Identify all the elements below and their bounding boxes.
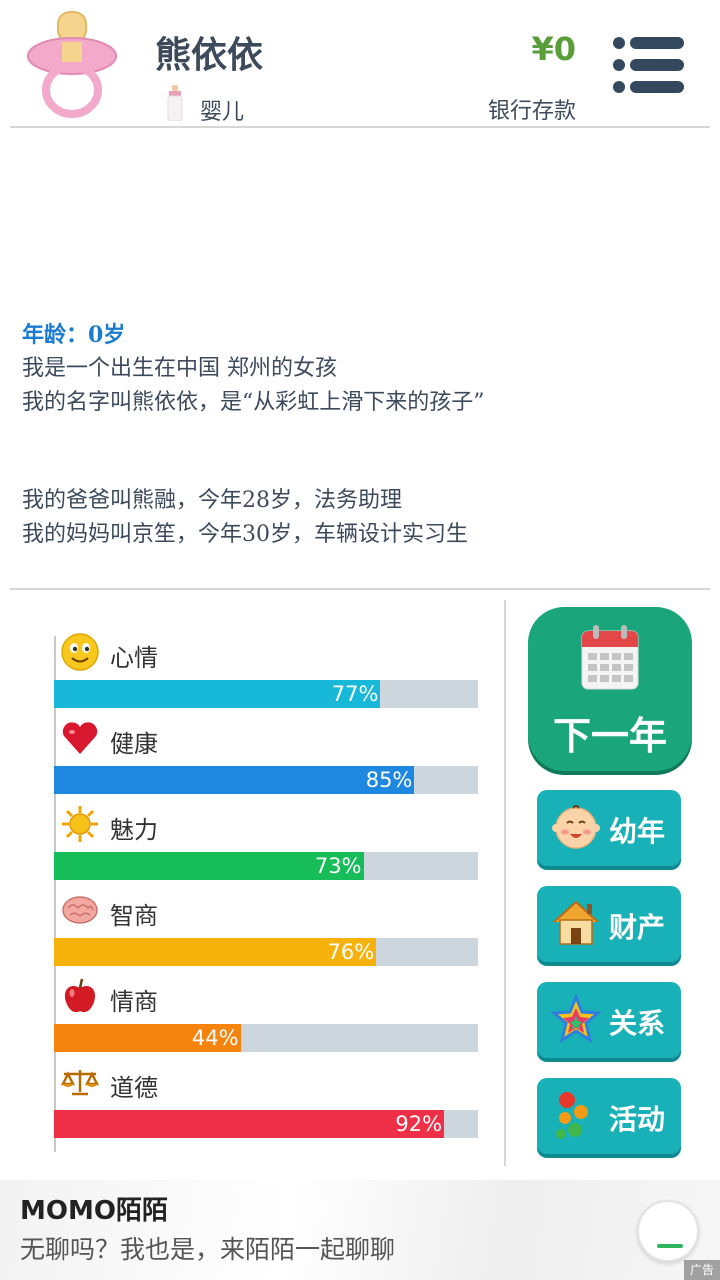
activities-button[interactable]: 活动 bbox=[537, 1078, 681, 1154]
father-line: 我的爸爸叫熊融，今年28岁，法务助理 bbox=[22, 488, 402, 513]
stat-label: 智商 bbox=[110, 902, 158, 930]
stat-bar-track: 76% bbox=[54, 938, 478, 966]
minus-icon bbox=[657, 1244, 683, 1248]
property-label: 财产 bbox=[609, 911, 666, 944]
stat-bar-track: 85% bbox=[54, 766, 478, 794]
stat-eq: 情商 44% bbox=[54, 976, 478, 1062]
smiley-icon bbox=[61, 633, 99, 671]
bank-label: 银行存款 bbox=[487, 99, 576, 124]
stat-charm: 魅力 73% bbox=[54, 804, 478, 890]
sun-icon bbox=[62, 806, 98, 842]
story-line: 我的名字叫熊依依，是“从彩虹上滑下来的孩子” bbox=[22, 390, 485, 415]
stat-label: 情商 bbox=[110, 988, 158, 1016]
childhood-button[interactable]: 幼年 bbox=[537, 790, 681, 866]
childhood-label: 幼年 bbox=[609, 815, 666, 848]
stat-percent: 73% bbox=[314, 854, 362, 878]
baby-bottle-icon bbox=[167, 85, 183, 121]
story-divider bbox=[10, 588, 710, 590]
ad-subtitle: 无聊吗？我也是，来陌陌一起聊聊 bbox=[20, 1235, 396, 1264]
activities-label: 活动 bbox=[609, 1103, 666, 1136]
stat-label: 健康 bbox=[110, 730, 158, 758]
activity-dots-icon bbox=[556, 1092, 588, 1139]
stat-bar-fill: 85% bbox=[54, 766, 415, 794]
property-button[interactable]: 财产 bbox=[537, 886, 681, 962]
stat-label: 心情 bbox=[110, 644, 158, 672]
stat-percent: 92% bbox=[395, 1112, 443, 1136]
menu-icon[interactable] bbox=[612, 36, 684, 94]
mother-line: 我的妈妈叫京笙，今年30岁，车辆设计实习生 bbox=[22, 522, 468, 547]
stat-bar-track: 73% bbox=[54, 852, 478, 880]
ad-banner[interactable]: MOMO陌陌 无聊吗？我也是，来陌陌一起聊聊 广告 bbox=[0, 1180, 720, 1280]
stat-morality: 道德 92% bbox=[54, 1062, 478, 1148]
heart-icon bbox=[62, 722, 98, 754]
stat-label: 魅力 bbox=[110, 816, 158, 844]
stat-mood: 心情 77% bbox=[54, 632, 478, 718]
stat-bar-fill: 92% bbox=[54, 1110, 445, 1138]
stat-percent: 44% bbox=[191, 1026, 239, 1050]
panel-divider bbox=[504, 600, 506, 1166]
life-story: 年龄：0岁 我是一个出生在中国 郑州的女孩 我的名字叫熊依依，是“从彩虹上滑下来… bbox=[22, 318, 702, 552]
ad-title: MOMO陌陌 bbox=[20, 1196, 168, 1226]
stat-health: 健康 85% bbox=[54, 718, 478, 804]
stat-bar-fill: 44% bbox=[54, 1024, 241, 1052]
story-line: 我是一个出生在中国 郑州的女孩 bbox=[22, 356, 337, 381]
stat-label: 道德 bbox=[110, 1074, 158, 1102]
stat-bar-fill: 76% bbox=[54, 938, 377, 966]
stat-bar-track: 92% bbox=[54, 1110, 478, 1138]
bank-balance: ¥0 bbox=[531, 30, 576, 68]
star-icon bbox=[551, 994, 601, 1044]
character-name: 熊依依 bbox=[155, 35, 264, 76]
ad-action-button[interactable] bbox=[637, 1200, 699, 1262]
house-icon bbox=[553, 900, 599, 945]
relations-label: 关系 bbox=[609, 1007, 666, 1040]
next-year-label: 下一年 bbox=[552, 714, 667, 758]
stat-percent: 85% bbox=[365, 768, 413, 792]
stats-panel: 心情 77% 健康 85% 魅力 73% 智商 76% 情商 44% 道德 92… bbox=[0, 600, 500, 1160]
baby-face-icon bbox=[552, 805, 600, 849]
brain-icon bbox=[62, 896, 98, 924]
header: 熊依依 婴儿 ¥0 银行存款 bbox=[0, 0, 720, 128]
apple-icon bbox=[64, 978, 96, 1013]
life-stage: 婴儿 bbox=[200, 100, 245, 125]
calendar-icon bbox=[581, 625, 639, 690]
relations-button[interactable]: 关系 bbox=[537, 982, 681, 1058]
stat-bar-track: 77% bbox=[54, 680, 478, 708]
scales-icon bbox=[60, 1070, 100, 1096]
stat-bar-fill: 77% bbox=[54, 680, 381, 708]
stat-percent: 77% bbox=[331, 682, 379, 706]
ad-tag: 广告 bbox=[683, 1260, 720, 1280]
header-divider bbox=[10, 126, 710, 128]
stat-bar-track: 44% bbox=[54, 1024, 478, 1052]
next-year-button[interactable]: 下一年 bbox=[528, 607, 692, 771]
stat-bar-fill: 73% bbox=[54, 852, 364, 880]
stat-iq: 智商 76% bbox=[54, 890, 478, 976]
stat-percent: 76% bbox=[327, 940, 375, 964]
age-line: 年龄：0岁 bbox=[22, 322, 126, 348]
pacifier-icon bbox=[27, 11, 117, 118]
